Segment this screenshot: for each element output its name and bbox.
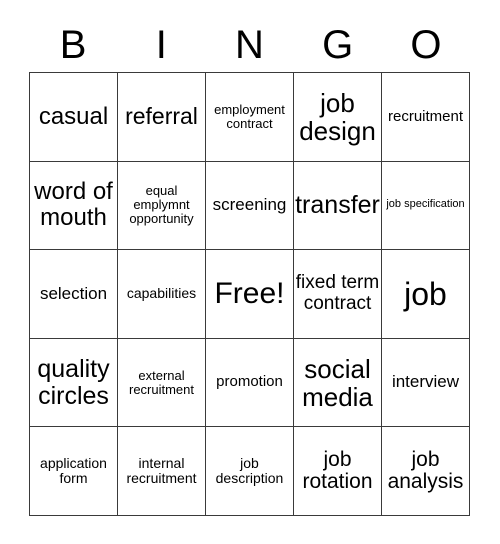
- bingo-cell-label: job: [404, 275, 447, 312]
- bingo-cell-label: fixed term contract: [295, 272, 380, 314]
- bingo-cell-label: equal emplymnt opportunity: [129, 183, 194, 227]
- bingo-cell-label: selection: [39, 283, 108, 303]
- bingo-cell-label: capabilities: [126, 285, 197, 302]
- bingo-cell[interactable]: word of mouth: [30, 161, 118, 251]
- bingo-free-space[interactable]: Free!: [206, 250, 294, 339]
- bingo-cell[interactable]: application form: [30, 427, 118, 516]
- bingo-cell[interactable]: recruitment: [382, 73, 470, 162]
- bingo-cell-label: word of mouth: [34, 178, 113, 232]
- bingo-cell-label: promotion: [216, 373, 283, 391]
- bingo-cell[interactable]: job: [382, 250, 470, 339]
- bingo-cell-label: internal recruitment: [126, 455, 197, 487]
- bingo-cell[interactable]: selection: [30, 250, 118, 339]
- bingo-cell[interactable]: promotion: [206, 338, 294, 428]
- bingo-cell-label: referral: [125, 103, 198, 130]
- bingo-cell-label: quality circles: [37, 354, 110, 410]
- bingo-cell-label: job rotation: [302, 447, 373, 494]
- bingo-cell-label: screening: [212, 195, 287, 215]
- bingo-cell-label: recruitment: [387, 107, 464, 125]
- bingo-header-row: B I N G O: [29, 18, 470, 72]
- bingo-grid: casual referral employment contract job …: [29, 72, 470, 516]
- bingo-free-space-label: Free!: [214, 276, 285, 310]
- bingo-cell[interactable]: job analysis: [382, 427, 470, 516]
- bingo-header-letter-i: I: [155, 23, 167, 67]
- bingo-cell-label: employment contract: [214, 101, 285, 131]
- bingo-cell[interactable]: external recruitment: [118, 338, 206, 428]
- bingo-card: B I N G O casual referral employment con…: [29, 18, 470, 516]
- bingo-cell-label: interview: [391, 372, 460, 392]
- bingo-cell-label: social media: [302, 353, 373, 412]
- bingo-cell[interactable]: job design: [294, 73, 382, 162]
- bingo-cell[interactable]: transfer: [294, 161, 382, 251]
- bingo-header-letter-g: G: [322, 23, 354, 67]
- bingo-cell-label: job description: [215, 455, 284, 487]
- bingo-cell[interactable]: equal emplymnt opportunity: [118, 161, 206, 251]
- bingo-cell-label: job analysis: [387, 447, 464, 494]
- bingo-cell-label: transfer: [295, 190, 380, 219]
- bingo-header-letter-n: N: [235, 23, 264, 67]
- bingo-cell[interactable]: internal recruitment: [118, 427, 206, 516]
- bingo-cell[interactable]: interview: [382, 338, 470, 428]
- bingo-cell[interactable]: screening: [206, 161, 294, 251]
- bingo-cell[interactable]: job description: [206, 427, 294, 516]
- bingo-cell-label: external recruitment: [128, 367, 195, 397]
- bingo-cell[interactable]: capabilities: [118, 250, 206, 339]
- bingo-cell[interactable]: referral: [118, 73, 206, 162]
- bingo-cell-label: job specification: [386, 198, 465, 211]
- bingo-header-letter-b: B: [59, 23, 87, 67]
- bingo-cell[interactable]: casual: [30, 73, 118, 162]
- bingo-cell-label: casual: [38, 102, 109, 130]
- bingo-cell[interactable]: fixed term contract: [294, 250, 382, 339]
- bingo-cell[interactable]: quality circles: [30, 338, 118, 428]
- bingo-cell[interactable]: employment contract: [206, 73, 294, 162]
- bingo-cell[interactable]: social media: [294, 338, 382, 428]
- bingo-cell[interactable]: job rotation: [294, 427, 382, 516]
- bingo-cell-label: job design: [299, 87, 376, 146]
- bingo-cell[interactable]: job specification: [382, 161, 470, 251]
- bingo-header-letter-o: O: [410, 23, 442, 67]
- bingo-cell-label: application form: [40, 455, 107, 487]
